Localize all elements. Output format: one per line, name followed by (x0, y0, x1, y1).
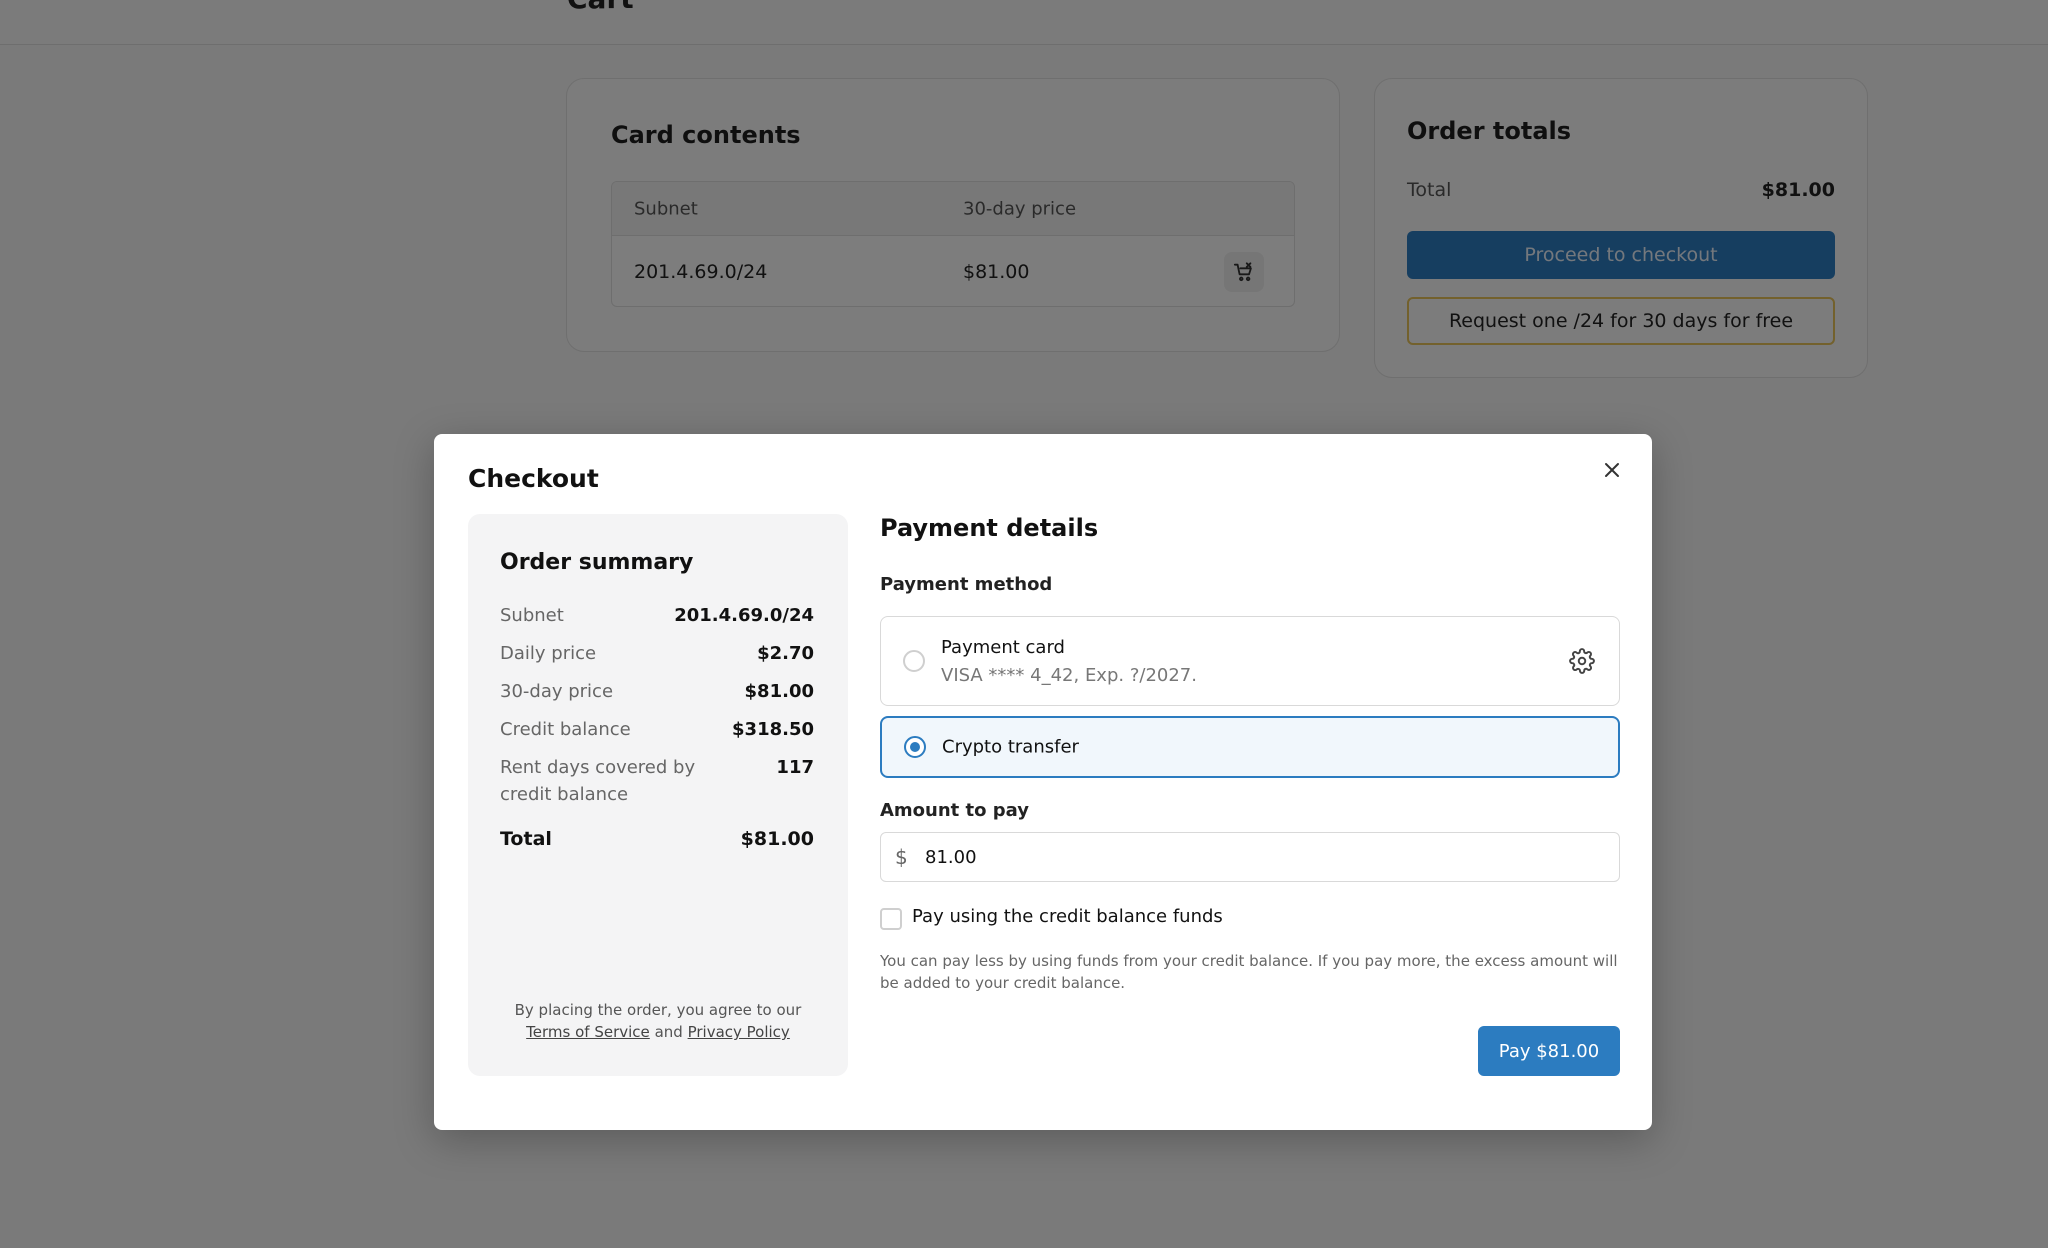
summary-total: Total $81.00 (500, 828, 814, 850)
gear-icon (1569, 648, 1595, 674)
summary-value: $2.70 (757, 643, 814, 664)
summary-label: 30-day price (500, 681, 614, 702)
summary-value: 117 (776, 757, 814, 778)
terms-prefix: By placing the order, you agree to our (514, 1001, 802, 1019)
checkout-modal: Checkout Order summary Subnet 201.4.69.0… (434, 434, 1652, 1130)
order-summary-panel: Order summary Subnet 201.4.69.0/24 Daily… (468, 514, 848, 1076)
summary-label: Subnet (500, 605, 564, 626)
summary-value: 201.4.69.0/24 (674, 605, 814, 626)
amount-to-pay-label: Amount to pay (880, 800, 1030, 821)
pay-button[interactable]: Pay $81.00 (1478, 1026, 1620, 1076)
terms-notice: By placing the order, you agree to our T… (468, 999, 848, 1043)
close-icon (1605, 463, 1619, 477)
payment-card-radio[interactable] (903, 650, 925, 672)
credit-balance-hint: You can pay less by using funds from you… (880, 952, 1618, 992)
terms-of-service-link[interactable]: Terms of Service (526, 1023, 650, 1041)
payment-method-crypto-option[interactable]: Crypto transfer (880, 716, 1620, 778)
credit-balance-checkbox-label[interactable]: Pay using the credit balance funds (912, 906, 1223, 927)
summary-label: Daily price (500, 643, 597, 664)
crypto-transfer-radio[interactable] (904, 736, 926, 758)
crypto-transfer-name: Crypto transfer (942, 736, 1079, 758)
payment-method-card-option[interactable]: Payment card VISA **** 4_42, Exp. ?/2027… (880, 616, 1620, 706)
close-button[interactable] (1596, 454, 1628, 486)
summary-value: $318.50 (732, 719, 814, 740)
payment-card-detail: VISA **** 4_42, Exp. ?/2027. (941, 665, 1197, 686)
order-summary-title: Order summary (500, 550, 694, 575)
terms-and: and (654, 1023, 683, 1041)
payment-method-label: Payment method (880, 574, 1053, 595)
modal-title: Checkout (468, 464, 599, 493)
payment-details-title: Payment details (880, 514, 1099, 542)
summary-total-label: Total (500, 828, 552, 850)
privacy-policy-link[interactable]: Privacy Policy (688, 1023, 790, 1041)
summary-value: $81.00 (744, 681, 814, 702)
credit-balance-checkbox[interactable] (880, 908, 902, 930)
summary-total-value: $81.00 (740, 828, 814, 850)
amount-input[interactable] (925, 839, 1605, 875)
payment-card-name: Payment card (941, 637, 1065, 658)
amount-field[interactable]: $ (880, 832, 1620, 882)
card-settings-button[interactable] (1565, 644, 1599, 678)
summary-label: Rent days covered by credit balance (500, 757, 696, 805)
terms-links: Terms of Service and Privacy Policy (468, 1021, 848, 1043)
dollar-icon: $ (895, 845, 908, 869)
summary-label: Credit balance (500, 719, 631, 740)
payment-details-section: Payment details Payment method Payment c… (880, 514, 1620, 1076)
